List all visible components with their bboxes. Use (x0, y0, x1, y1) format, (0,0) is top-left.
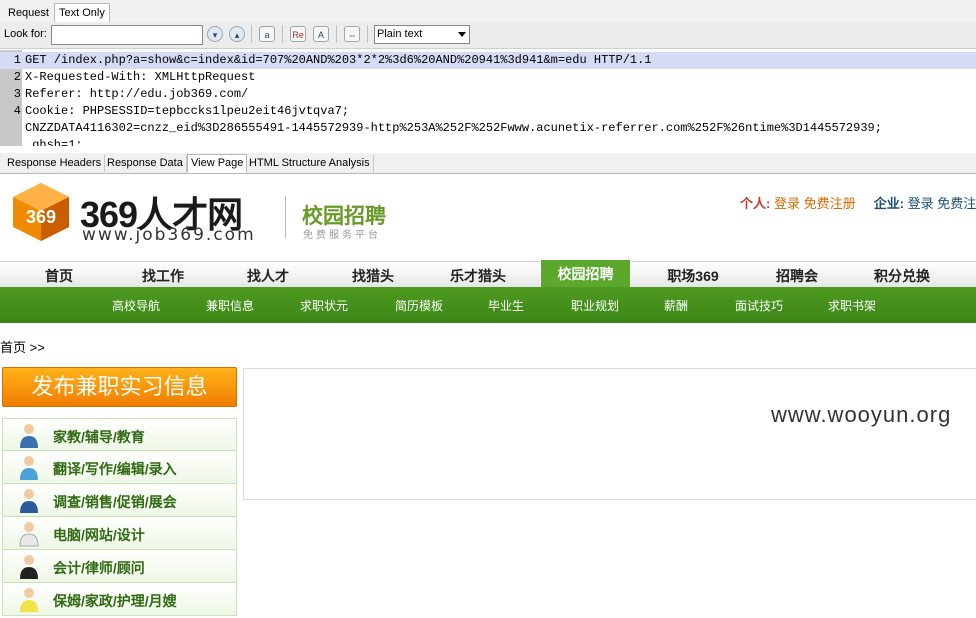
subnav-item[interactable]: 兼职信息 (206, 297, 254, 314)
subnav-item[interactable]: 面试技巧 (735, 297, 783, 314)
format-select[interactable]: Plain text (374, 25, 470, 44)
nav-lecai[interactable]: 乐才猎头 (428, 266, 528, 286)
category-label: 调查/销售/促销/展会 (53, 494, 177, 510)
tab-html-structure[interactable]: HTML Structure Analysis (246, 155, 374, 172)
search-input[interactable] (51, 25, 203, 45)
line-text: Referer: http://edu.job369.com/ (25, 87, 249, 101)
find-next-icon[interactable]: ▾ (207, 26, 223, 42)
line-text: CNZZDATA4116302=cnzz_eid%3D286555491-144… (25, 121, 882, 135)
tab-text-only[interactable]: Text Only (54, 3, 110, 22)
subnav-item[interactable]: 求职书架 (828, 297, 876, 314)
nav-headhunter[interactable]: 找猎头 (323, 266, 423, 286)
request-line: ghsh=1; (0, 137, 976, 146)
list-item[interactable]: 家教/辅导/教育 (2, 418, 237, 451)
person-icon (20, 588, 38, 612)
list-item[interactable]: 翻译/写作/编辑/录入 (2, 451, 237, 484)
company-label: 企业: (873, 196, 905, 211)
subnav-item[interactable]: 职业规划 (571, 297, 619, 314)
tab-view-page[interactable]: View Page (187, 154, 248, 173)
logo-icon: 369 (13, 183, 69, 241)
subnav-item[interactable]: 薪酬 (664, 297, 688, 314)
subnav-item[interactable]: 毕业生 (488, 297, 524, 314)
format-select-value: Plain text (377, 28, 423, 40)
login-area: 个人: 登录 免费注册 企业: 登录 免费注 (740, 193, 976, 212)
category-label: 翻译/写作/编辑/录入 (53, 461, 177, 477)
line-number: 2 (13, 70, 21, 84)
request-line: 2 X-Requested-With: XMLHttpRequest (0, 69, 976, 86)
line-number: 4 (13, 104, 21, 118)
request-line: 1 GET /index.php?a=show&c=index&id=707%20… (0, 52, 976, 69)
person-icon (20, 489, 38, 513)
svg-text:369: 369 (26, 207, 56, 227)
line-text: GET /index.php?a=show&c=index&id=707%20A… (25, 53, 652, 67)
person-icon (20, 456, 38, 480)
nav-workplace[interactable]: 职场369 (643, 266, 743, 286)
content-panel (243, 368, 976, 500)
watermark: www.wooyun.org (771, 402, 952, 427)
tab-response-headers[interactable]: Response Headers (4, 155, 106, 172)
company-register-link[interactable]: 免费注 (937, 196, 976, 211)
request-line: 3 Referer: http://edu.job369.com/ (0, 86, 976, 103)
nav-points[interactable]: 积分兑换 (852, 266, 952, 286)
list-item[interactable]: 保姆/家政/护理/月嫂 (2, 583, 237, 616)
request-editor[interactable]: 1 GET /index.php?a=show&c=index&id=707%20… (0, 50, 976, 146)
list-item[interactable]: 会计/律师/顾问 (2, 550, 237, 583)
line-number: 1 (13, 53, 21, 67)
lookfor-label: Look for: (4, 28, 47, 40)
chevron-down-icon (458, 32, 466, 37)
category-label: 会计/律师/顾问 (53, 560, 145, 576)
person-icon (20, 555, 38, 579)
line-text: X-Requested-With: XMLHttpRequest (25, 70, 256, 84)
person-icon (19, 522, 39, 547)
find-prev-icon[interactable]: ▴ (229, 26, 245, 42)
list-item[interactable]: 电脑/网站/设计 (2, 517, 237, 550)
category-list: 家教/辅导/教育 翻译/写作/编辑/录入 调查/销售/促销/展会 电脑/网站/设… (2, 418, 237, 616)
nav-find-talent[interactable]: 找人才 (218, 266, 318, 286)
category-label: 家教/辅导/教育 (53, 429, 145, 445)
category-label: 电脑/网站/设计 (53, 527, 145, 543)
divider (285, 196, 286, 238)
line-number: 3 (13, 87, 21, 101)
nav-job-fair[interactable]: 招聘会 (747, 266, 847, 286)
subnav-item[interactable]: 简历模板 (395, 297, 443, 314)
main-nav: 首页 找工作 找人才 找猎头 乐才猎头 校园招聘 职场369 招聘会 积分兑换 (0, 259, 976, 289)
top-tab-bar: Request Text Only (0, 0, 976, 22)
sub-nav: 高校导航 兼职信息 求职状元 简历模板 毕业生 职业规划 薪酬 面试技巧 求职书… (0, 287, 976, 323)
nav-campus[interactable]: 校园招聘 (540, 259, 631, 289)
person-icon (20, 424, 38, 448)
subnav-item[interactable]: 求职状元 (300, 297, 348, 314)
company-login-link[interactable]: 登录 (908, 196, 934, 211)
response-tab-bar: Response Headers Response Data View Page… (0, 153, 976, 174)
request-line: CNZZDATA4116302=cnzz_eid%3D286555491-144… (0, 120, 976, 137)
regex-icon[interactable]: Re (290, 26, 306, 42)
personal-login-link[interactable]: 登录 (774, 196, 800, 211)
category-label: 保姆/家政/护理/月嫂 (53, 593, 177, 609)
publish-parttime-button[interactable]: 发布兼职实习信息 (2, 367, 237, 407)
nav-home[interactable]: 首页 (9, 266, 109, 286)
list-item[interactable]: 调查/销售/促销/展会 (2, 484, 237, 517)
nav-find-job[interactable]: 找工作 (113, 266, 213, 286)
breadcrumb[interactable]: 首页 >> (0, 337, 45, 356)
personal-label: 个人: (740, 196, 771, 211)
subnav-item[interactable]: 高校导航 (112, 297, 160, 314)
logo-url: www.job369.com (82, 225, 256, 245)
toolbar: Look for: ▾ ▴ a Re A ⇔ Plain text (0, 22, 976, 49)
campus-subtitle: 免费服务平台 (303, 230, 381, 241)
personal-register-link[interactable]: 免费注册 (804, 196, 856, 211)
tab-response-data[interactable]: Response Data (104, 155, 187, 172)
rendered-page: 369 369人才网 www.job369.com 校园招聘 免费服务平台 个人… (0, 174, 976, 618)
translate-icon[interactable]: A (313, 26, 329, 42)
line-text: ghsh=1; (25, 138, 83, 146)
match-case-icon[interactable]: a (259, 26, 275, 42)
line-text: Cookie: PHPSESSID=tepbccks1lpeu2eit46jvt… (25, 104, 350, 118)
tab-request[interactable]: Request (4, 4, 53, 22)
wrap-icon[interactable]: ⇔ (344, 26, 360, 42)
request-line: 4 Cookie: PHPSESSID=tepbccks1lpeu2eit46jv… (0, 103, 976, 120)
